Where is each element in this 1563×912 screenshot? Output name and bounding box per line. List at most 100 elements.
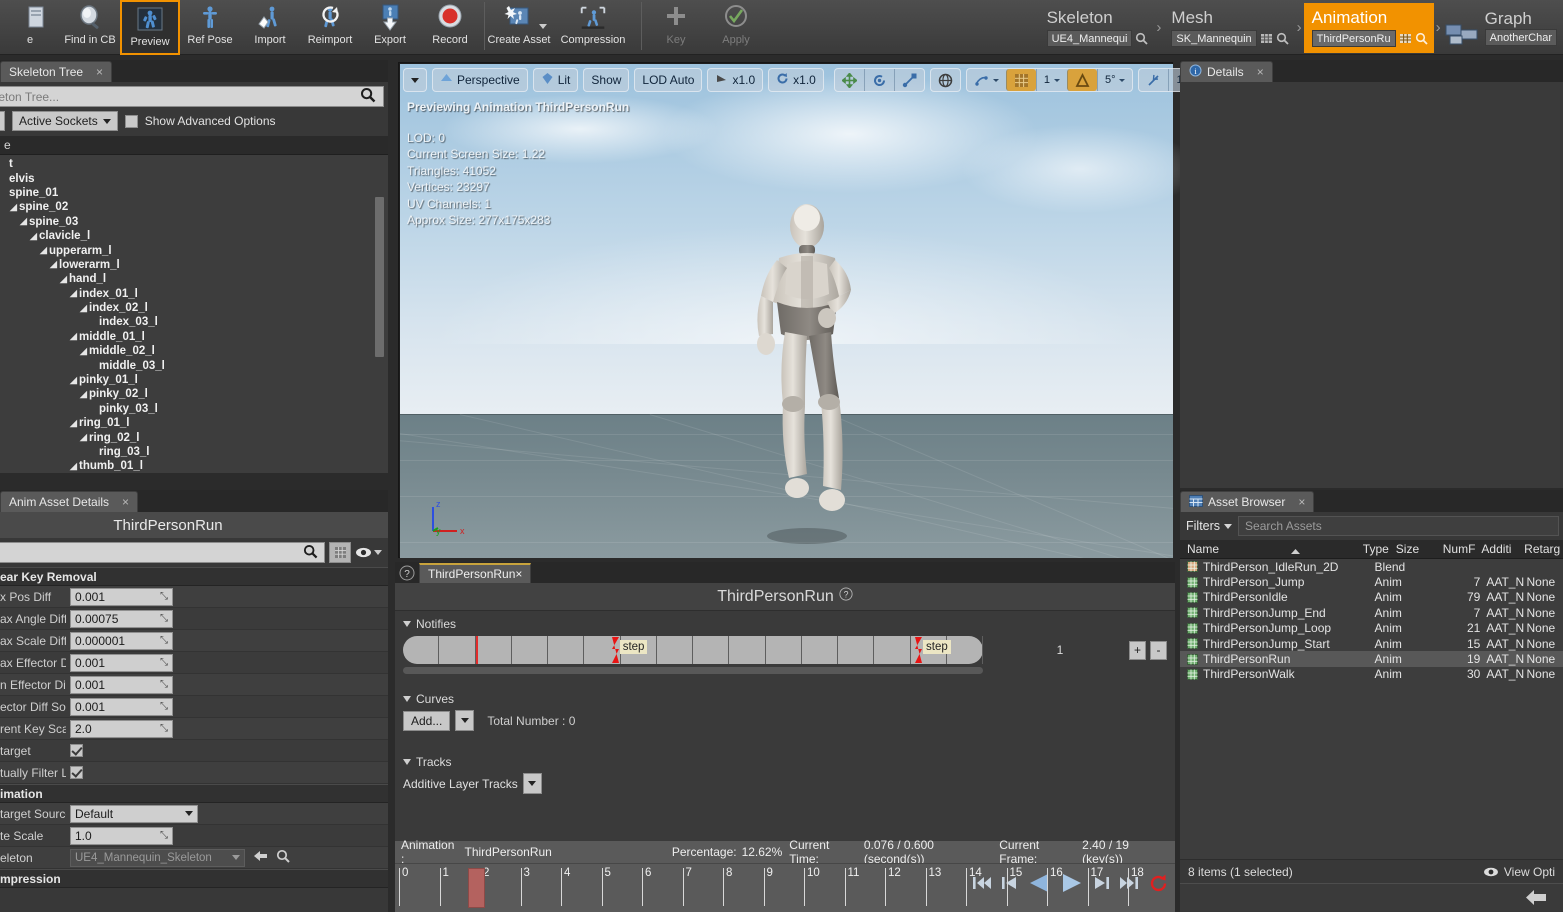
column-header-size[interactable]: Size	[1396, 542, 1431, 556]
skeleton-bone-row[interactable]: ◢ middle_01_l	[0, 330, 388, 344]
back-arrow-icon[interactable]	[1525, 888, 1547, 910]
toolbar-button-find-in-cb[interactable]: Find in CB	[60, 0, 120, 55]
anim-speed-button[interactable]: x1.0	[769, 69, 823, 91]
asset-search-input[interactable]: Search Assets	[1238, 516, 1559, 536]
asset-browser-row[interactable]: ThirdPersonJump_End Anim 7 AAT_N None	[1180, 605, 1563, 620]
grid-icon[interactable]	[1399, 32, 1412, 45]
asset-browser-row[interactable]: ThirdPersonRun Anim 19 AAT_N None	[1180, 651, 1563, 667]
skeleton-bone-row[interactable]: ◢ index_02_l	[0, 301, 388, 315]
remove-notify-track-button[interactable]: -	[1150, 640, 1167, 660]
loop-button[interactable]	[1148, 873, 1169, 897]
scale-snap-toggle[interactable]	[1139, 69, 1168, 91]
help-icon[interactable]: ?	[839, 587, 853, 606]
view-mode-button[interactable]: Lit	[534, 69, 578, 91]
column-header-numf[interactable]: NumF	[1431, 542, 1482, 556]
notify-track-cell[interactable]	[476, 636, 512, 664]
viewport-options-button[interactable]	[404, 69, 426, 91]
expand-triangle-icon[interactable]: ◢	[80, 389, 89, 400]
asset-browser-row[interactable]: ThirdPerson_IdleRun_2D Blend	[1180, 559, 1563, 574]
asset-browser-row[interactable]: ThirdPerson_Jump Anim 7 AAT_N None	[1180, 574, 1563, 589]
toolbar-button-reimport[interactable]: Reimport	[300, 0, 360, 55]
camera-mode-button[interactable]: Perspective	[433, 69, 527, 91]
grid-snap-toggle[interactable]	[1005, 69, 1036, 91]
notify-marker[interactable]	[611, 636, 620, 664]
notifies-scroll-track[interactable]	[403, 667, 983, 674]
add-notify-track-button[interactable]: +	[1129, 640, 1146, 660]
asset-browser-row[interactable]: ThirdPersonWalk Anim 30 AAT_N None	[1180, 667, 1563, 682]
skeleton-bone-row[interactable]: ◢ clavicle_l	[0, 229, 388, 243]
grid-snap-value[interactable]: 1	[1035, 69, 1067, 91]
notify-marker-label[interactable]: step	[923, 640, 951, 654]
skeleton-bone-row[interactable]: ◢ spine_02	[0, 200, 388, 214]
tracks-section-header[interactable]: Tracks	[395, 749, 1175, 773]
notify-track-cell[interactable]	[548, 636, 585, 664]
details-grid-view-button[interactable]	[329, 542, 351, 563]
asset-browser-row[interactable]: ThirdPersonJump_Loop Anim 21 AAT_N None	[1180, 621, 1563, 636]
close-icon[interactable]: ×	[122, 495, 129, 509]
spinner-icon[interactable]: ⤡	[160, 701, 168, 712]
help-icon[interactable]: ?	[399, 565, 415, 581]
coordinate-space-group[interactable]	[929, 68, 961, 92]
column-header-additive[interactable]: Additi	[1481, 542, 1524, 556]
sockets-filter-dropdown[interactable]: Active Sockets	[12, 111, 118, 131]
skeleton-bone-row[interactable]: ◢ hand_l	[0, 272, 388, 286]
skeleton-bone-row[interactable]: index_03_l	[0, 315, 388, 329]
toolbar-button-export[interactable]: Export	[360, 0, 420, 55]
anim-details-checkbox[interactable]	[70, 744, 83, 757]
notify-track-cell[interactable]	[657, 636, 693, 664]
notify-track-cell[interactable]	[693, 636, 730, 664]
magnifier-icon[interactable]	[276, 849, 290, 866]
toolbar-button-apply[interactable]: Apply	[706, 0, 766, 55]
preview-viewport[interactable]: Perspective Lit Show LOD Auto x1.0 x1.0 …	[398, 62, 1265, 558]
toolbar-button-create-asset[interactable]: Create Asset	[488, 0, 551, 55]
playback-speed-button[interactable]: x1.0	[708, 69, 762, 91]
chevron-down-icon[interactable]	[539, 24, 547, 29]
anim-details-number-input[interactable]: 0.001 ⤡	[70, 587, 173, 606]
skeleton-bone-row[interactable]: ◢ ring_01_l	[0, 416, 388, 430]
show-menu-group[interactable]: Show	[583, 68, 630, 92]
skeleton-bone-row[interactable]: ◢ lowerarm_l	[0, 258, 388, 272]
notifies-section-header[interactable]: Notifies	[395, 611, 1175, 635]
skeleton-bone-row[interactable]: ◢ upperarm_l	[0, 243, 388, 257]
timeline-ruler[interactable]: 0 1 2 3 4 5 6 7 8 9 10 11 12 13 14 15 16 17 18	[395, 863, 1175, 912]
show-menu-button[interactable]: Show	[584, 69, 628, 91]
spinner-icon[interactable]: ⤡	[160, 723, 168, 734]
anim-details-category-header[interactable]: imation	[0, 784, 388, 803]
anim-details-number-input[interactable]: 0.00075 ⤡	[70, 609, 173, 628]
tab-skeleton-tree[interactable]: Skeleton Tree ×	[0, 61, 113, 82]
rotate-tool-button[interactable]	[863, 69, 894, 91]
expand-triangle-icon[interactable]: ◢	[10, 202, 19, 213]
spinner-icon[interactable]: ⤡	[160, 657, 168, 668]
spinner-icon[interactable]: ⤡	[160, 613, 168, 624]
skeleton-column-header[interactable]: e	[0, 136, 388, 155]
tab-animation-document[interactable]: ThirdPersonRun ×	[419, 563, 532, 583]
skeleton-bone-row[interactable]: middle_03_l	[0, 358, 388, 372]
mode-asset-mesh[interactable]: SK_Mannequin	[1171, 29, 1257, 47]
skeleton-bone-row[interactable]: ring_03_l	[0, 445, 388, 459]
magnifier-icon[interactable]	[1276, 32, 1289, 45]
mode-asset-graph[interactable]: AnotherChar	[1484, 28, 1557, 46]
scale-tool-button[interactable]	[893, 69, 924, 91]
expand-triangle-icon[interactable]: ◢	[40, 245, 49, 256]
add-curve-dropdown[interactable]	[455, 710, 475, 731]
anim-details-number-input[interactable]: 0.001 ⤡	[70, 653, 173, 672]
anim-details-readonly-field[interactable]: UE4_Mannequin_Skeleton	[70, 848, 245, 867]
toolbar-button-compression[interactable]: Compression	[549, 0, 637, 55]
skeleton-bone-row[interactable]: ◢ middle_02_l	[0, 344, 388, 358]
tab-details[interactable]: i Details ×	[1180, 61, 1273, 82]
magnifier-icon[interactable]	[1135, 32, 1149, 45]
skeleton-bone-row[interactable]: t	[0, 157, 388, 171]
anim-details-search-input[interactable]: ch	[0, 542, 325, 563]
toolbar-button-ref-pose[interactable]: Ref Pose	[180, 0, 240, 55]
skeleton-search-input[interactable]: ch Skeleton Tree...	[0, 86, 384, 107]
expand-triangle-icon[interactable]: ◢	[30, 231, 39, 242]
lod-group[interactable]: LOD Auto	[634, 68, 703, 92]
additive-layer-tracks-dropdown[interactable]	[522, 773, 542, 794]
mode-asset-skeleton[interactable]: UE4_Mannequi	[1046, 29, 1133, 47]
view-mode-group[interactable]: Lit	[532, 68, 579, 92]
transform-tools-group[interactable]	[833, 68, 925, 92]
anim-details-number-input[interactable]: 1.0 ⤡	[70, 826, 173, 845]
angle-snap-value[interactable]: 5°	[1096, 69, 1133, 91]
skeleton-bone-row[interactable]: ◢ thumb_01_l	[0, 459, 388, 473]
skeleton-bone-row[interactable]: ◢ ring_02_l	[0, 430, 388, 444]
